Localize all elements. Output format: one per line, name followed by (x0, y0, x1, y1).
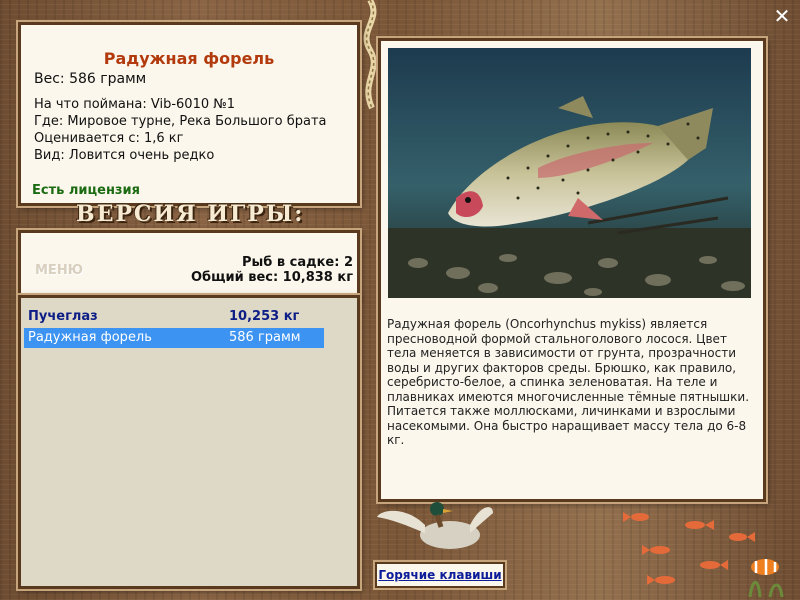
fish-name-title: Радужная форель (103, 49, 275, 68)
menu-button[interactable]: МЕНЮ (35, 263, 83, 278)
fish-weight: Вес: 586 грамм (34, 71, 147, 87)
fish-photo-panel: Радужная форель (Oncorhynchus mykiss) яв… (378, 38, 766, 502)
catch-weight: 586 грамм (229, 330, 301, 345)
keepnet-stats: Рыб в садке: 2 Общий вес: 10,838 кг (191, 255, 353, 285)
bait-text: На что поймана: Vib-6010 №1 (34, 97, 236, 112)
list-item[interactable]: Пучеглаз 10,253 кг (24, 307, 324, 327)
close-icon[interactable]: ✕ (772, 6, 792, 26)
hotkeys-button[interactable]: Горячие клавиши (375, 562, 505, 588)
catch-name: Радужная форель (28, 330, 152, 345)
status-panel: МЕНЮ Рыб в садке: 2 Общий вес: 10,838 кг (18, 230, 360, 298)
fish-count: Рыб в садке: 2 (241, 255, 353, 270)
fish-photo (388, 48, 751, 298)
catch-name: Пучеглаз (28, 309, 98, 324)
catch-weight: 10,253 кг (229, 309, 300, 324)
goldfish-icon (623, 512, 784, 597)
fish-description: Радужная форель (Oncorhynchus mykiss) яв… (387, 317, 750, 447)
duck-icon (377, 502, 493, 549)
price-text: Оценивается с: 1,6 кг (34, 131, 184, 146)
game-version-banner: ВЕРСИЯ ИГРЫ: 3.7.5 (76, 201, 305, 253)
fish-details: На что поймана: Vib-6010 №1 Где: Мировое… (34, 96, 327, 164)
list-item-selected[interactable]: Радужная форель 586 грамм (24, 328, 324, 348)
rarity-text: Вид: Ловится очень редко (34, 148, 215, 163)
catch-list: Пучеглаз 10,253 кг Радужная форель 586 г… (18, 295, 360, 589)
fish-info-panel: Радужная форель Вес: 586 грамм На что по… (18, 22, 360, 206)
license-status: Есть лицензия (32, 183, 140, 198)
total-weight: Общий вес: 10,838 кг (190, 270, 353, 285)
location-text: Где: Мировое турне, Река Большого брата (34, 114, 327, 129)
